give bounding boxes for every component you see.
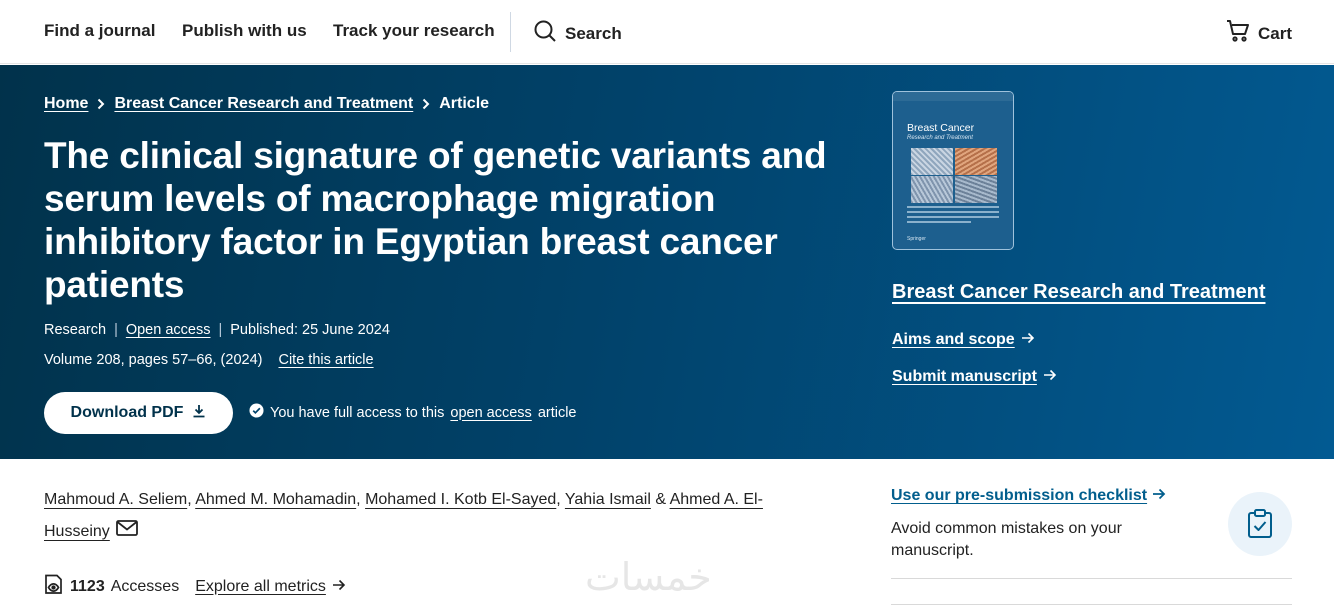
divider [891, 578, 1292, 579]
search-label: Search [565, 23, 622, 43]
cover-title: Breast Cancer [907, 122, 975, 134]
access-prefix: You have full access to this [270, 404, 445, 421]
search-button[interactable]: Search [533, 19, 622, 48]
cover-blurb [907, 206, 999, 232]
accesses-count: 1123 [70, 577, 105, 595]
cover-subtitle: Research and Treatment [907, 135, 973, 141]
cite-article-link[interactable]: Cite this article [278, 352, 373, 368]
cover-tile [955, 176, 997, 203]
check-circle-icon [249, 403, 264, 422]
aims-scope-label: Aims and scope [892, 331, 1015, 348]
author-link[interactable]: Yahia Ismail [565, 491, 651, 508]
cover-tile [911, 176, 953, 203]
top-navigation: Find a journal Publish with us Track you… [0, 0, 1334, 64]
submit-manuscript-link[interactable]: Submit manuscript [892, 368, 1057, 386]
explore-metrics-label: Explore all metrics [195, 577, 326, 595]
cart-button[interactable]: Cart [1226, 19, 1292, 48]
breadcrumb-current: Article [439, 95, 490, 112]
author-list: Mahmoud A. Seliem, Ahmed M. Mohamadin, M… [44, 484, 814, 548]
cart-label: Cart [1258, 23, 1293, 43]
article-metrics: 1123 Accesses Explore all metrics [44, 572, 346, 601]
checklist-description: Avoid common mistakes on your manuscript… [891, 520, 1122, 559]
nav-find-journal[interactable]: Find a journal [44, 21, 155, 41]
breadcrumb: Home Breast Cancer Research and Treatmen… [44, 95, 489, 113]
presubmission-checklist-link[interactable]: Use our pre-submission checklist [891, 487, 1166, 505]
divider [891, 604, 1292, 605]
download-icon [192, 404, 206, 423]
download-pdf-button[interactable]: Download PDF [44, 392, 233, 434]
chevron-right-icon [97, 98, 105, 110]
cover-tile [955, 148, 997, 175]
article-volume: Volume 208, pages 57–66, (2024) [44, 352, 263, 368]
access-open-access-link[interactable]: open access [450, 405, 531, 421]
checklist-label: Use our pre-submission checklist [891, 487, 1148, 504]
breadcrumb-home[interactable]: Home [44, 95, 88, 113]
cart-icon [1226, 19, 1250, 48]
arrow-right-icon [1043, 368, 1057, 386]
arrow-right-icon [1152, 487, 1166, 505]
nav-track-research[interactable]: Track your research [333, 21, 495, 41]
article-hero: Home Breast Cancer Research and Treatmen… [0, 65, 1334, 459]
article-title: The clinical signature of genetic varian… [44, 135, 827, 305]
explore-metrics-link[interactable]: Explore all metrics [195, 578, 346, 596]
access-note: You have full access to this open access… [249, 403, 577, 422]
cover-tile [911, 148, 953, 175]
search-icon [533, 19, 557, 48]
author-link[interactable]: Mahmoud A. Seliem [44, 491, 187, 508]
arrow-right-icon [332, 578, 346, 596]
submit-manuscript-label: Submit manuscript [892, 368, 1037, 385]
breadcrumb-journal[interactable]: Breast Cancer Research and Treatment [114, 95, 413, 113]
arrow-right-icon [1021, 331, 1035, 349]
nav-divider [510, 12, 511, 52]
journal-name-link[interactable]: Breast Cancer Research and Treatment [892, 281, 1266, 304]
nav-publish-with-us[interactable]: Publish with us [182, 21, 307, 41]
article-volume-row: Volume 208, pages 57–66, (2024) Cite thi… [44, 352, 374, 368]
aims-scope-link[interactable]: Aims and scope [892, 331, 1035, 349]
open-access-link[interactable]: Open access [126, 322, 211, 338]
email-icon[interactable] [115, 516, 138, 548]
published-date: Published: 25 June 2024 [230, 322, 390, 338]
cover-publisher: Springer [907, 236, 926, 242]
article-meta: Research | Open access | Published: 25 J… [44, 322, 390, 338]
article-type: Research [44, 322, 107, 338]
clipboard-check-icon [1228, 492, 1292, 556]
chevron-right-icon [422, 98, 430, 110]
download-label: Download PDF [70, 404, 184, 421]
author-link[interactable]: Mohamed I. Kotb El-Sayed [365, 491, 556, 508]
watermark: خمسات [585, 555, 712, 599]
eye-icon [44, 572, 64, 601]
journal-cover-image[interactable]: Breast Cancer Research and Treatment Spr… [892, 91, 1014, 250]
accesses-label: Accesses [110, 577, 180, 595]
author-link[interactable]: Ahmed M. Mohamadin [195, 491, 356, 508]
access-suffix: article [537, 404, 577, 421]
